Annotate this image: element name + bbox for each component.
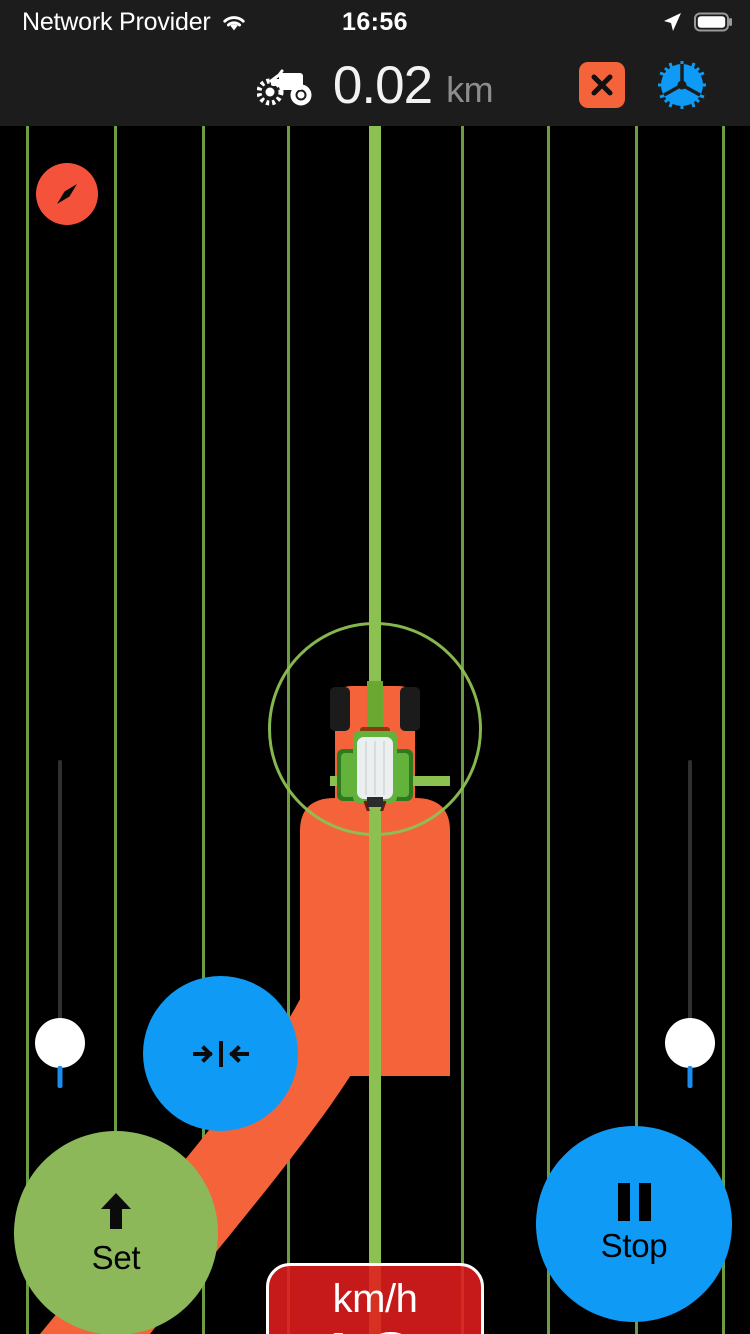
slider-knob[interactable] (665, 1018, 715, 1068)
align-center-icon (192, 1040, 249, 1067)
compass-needle-icon (57, 184, 77, 204)
tractor-top-view-icon (330, 681, 420, 811)
pause-icon (617, 1183, 651, 1221)
status-bar-time: 16:56 (342, 7, 408, 36)
location-arrow-icon (664, 13, 681, 31)
stop-button[interactable]: Stop (536, 1126, 732, 1322)
slider-track (688, 760, 692, 1032)
slider-tail (57, 1066, 63, 1088)
set-button[interactable]: Set (14, 1131, 218, 1334)
left-implement-slider[interactable] (34, 760, 86, 1100)
field-map-view[interactable]: Set Stop km/h 12 6 (0, 126, 750, 1334)
slider-track (58, 760, 62, 1032)
distance-value: 0.02 (332, 55, 433, 115)
slider-knob[interactable] (35, 1018, 85, 1068)
speed-value: 12 6 (309, 1318, 441, 1334)
speed-integer: 12 (309, 1318, 418, 1334)
distance-readout: 0.02 km (0, 44, 750, 126)
speed-panel[interactable]: km/h 12 6 (266, 1263, 484, 1334)
app-screen: Set Stop km/h 12 6 (0, 0, 750, 1334)
battery-full-icon (694, 12, 732, 32)
align-center-button[interactable] (143, 976, 298, 1131)
set-button-label: Set (91, 1239, 141, 1276)
settings-button[interactable] (654, 57, 710, 113)
ios-status-bar: Network Provider 16:56 (0, 0, 750, 44)
distance-unit: km (446, 69, 494, 110)
compass-button[interactable] (36, 163, 98, 225)
gear-sprocket-icon (658, 61, 706, 109)
tractor-icon (256, 69, 312, 106)
status-bar-right (661, 0, 734, 44)
right-implement-slider[interactable] (664, 760, 716, 1100)
app-header-bar: 0.02 km (0, 44, 750, 126)
close-x-icon (591, 74, 613, 96)
slider-tail (687, 1066, 693, 1088)
close-button[interactable] (579, 62, 625, 108)
stop-button-label: Stop (600, 1227, 668, 1264)
arrow-up-icon (101, 1193, 131, 1229)
